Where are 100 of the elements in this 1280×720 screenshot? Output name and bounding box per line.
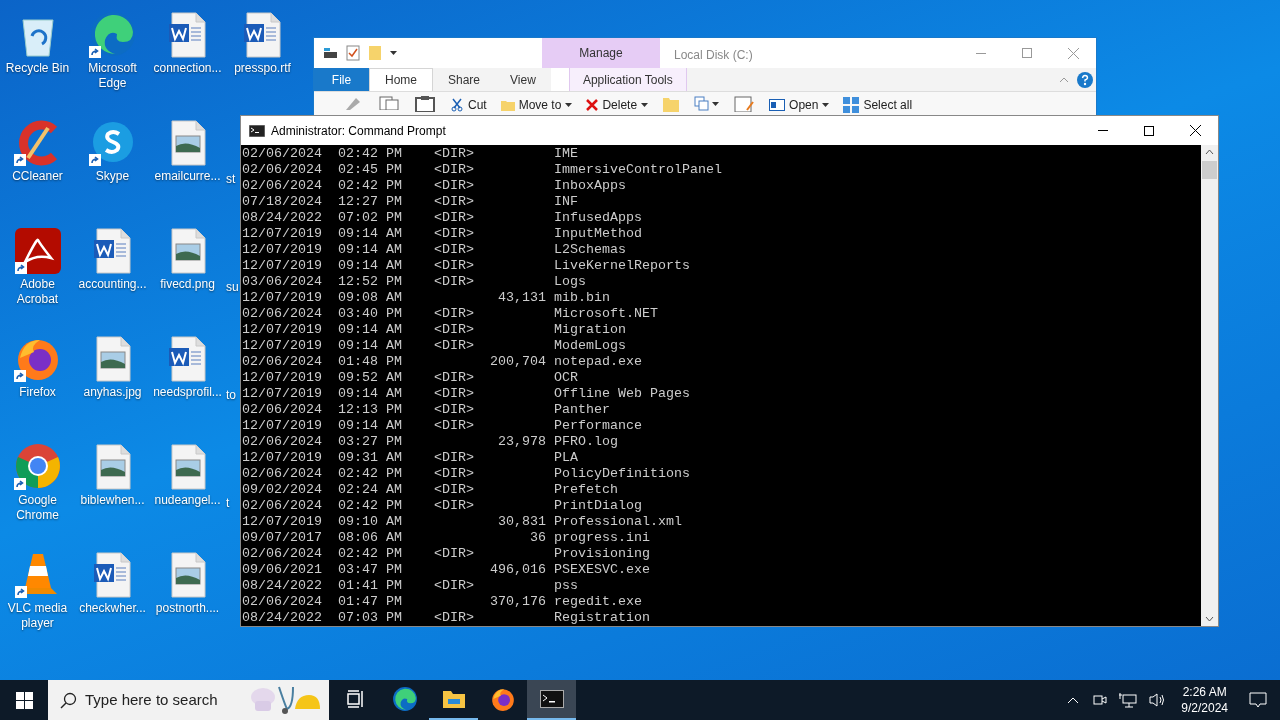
edge-icon [88,10,137,58]
console-line: 02/06/2024 03:40 PM <DIR> Microsoft.NET [242,306,659,322]
ribbon-tab[interactable]: View [495,68,551,91]
desktop-icon-label[interactable]: needsprofil... [150,385,225,400]
desktop-icon-label[interactable]: Microsoft Edge [75,61,150,91]
console-line: 02/06/2024 02:42 PM <DIR> InboxApps [242,178,627,194]
copy-icon [694,96,711,112]
delete-icon [586,99,599,111]
notifications-icon [1249,692,1267,708]
console-line: 12/07/2019 09:31 AM <DIR> PLA [242,450,579,466]
console-line: 02/06/2024 01:48 PM 200,704 notepad.exe [242,354,643,370]
desktop-icon-label[interactable]: emailcurre... [150,169,225,184]
word-document-icon [167,336,208,382]
ribbon-button[interactable]: Open [769,96,830,114]
properties-icon[interactable] [733,96,756,112]
console-line: 12/07/2019 09:14 AM <DIR> Performance [242,418,643,434]
caret-icon [390,51,397,55]
desktop-icon-label[interactable]: biblewhen... [75,493,150,508]
desktop-icon-label[interactable]: checkwher... [75,601,150,616]
console-line: 08/24/2022 01:41 PM <DIR> pss [242,578,579,594]
word-document-icon [92,228,133,274]
folder-icon [441,689,466,709]
desktop-icon-label[interactable]: to [226,388,236,402]
console-line: 02/06/2024 02:42 PM <DIR> PrintDialog [242,498,643,514]
desktop-icon-label[interactable]: presspo.rtf [225,61,300,76]
console-line: 12/07/2019 09:10 AM 30,831 Professional.xml [242,514,683,530]
properties-icon[interactable] [346,45,360,61]
search-highlight-drawing [249,685,321,715]
desktop-icon-label[interactable]: st [226,172,236,186]
search-box[interactable]: Type here to search [48,680,329,720]
chrome-icon [13,442,62,490]
firefox-icon [489,686,516,712]
minimize-icon [1098,130,1108,131]
console-line: 12/07/2019 09:52 AM <DIR> OCR [242,370,579,386]
contextual-tab-header: Manage [542,38,660,68]
acrobat-icon [14,228,61,274]
search-icon [60,691,77,709]
desktop-icon-label[interactable]: su [226,280,239,294]
console-icon [539,690,564,708]
ribbon-tab[interactable]: Application Tools [568,68,687,91]
console-line: 12/07/2019 09:08 AM 43,131 mib.bin [242,290,611,306]
camera-icon[interactable] [1093,692,1108,708]
ribbon-tab[interactable]: File [314,68,369,91]
console-line: 08/24/2022 07:02 PM <DIR> InfusedApps [242,210,643,226]
console-line: 02/06/2024 02:45 PM <DIR> ImmersiveControlPanel [242,162,723,178]
desktop-icon-label[interactable]: VLC media player [0,601,75,631]
ribbon-button[interactable]: Delete [586,96,649,114]
desktop-icon-label[interactable]: t [226,496,230,510]
desktop-icon-label[interactable]: fivecd.png [150,277,225,292]
minimize-icon [976,52,986,54]
ribbon-button[interactable]: Move to [500,96,573,114]
ribbon-tab[interactable]: Share [433,68,496,91]
taskbar-app-button[interactable] [527,680,576,720]
task-view-icon [345,690,366,708]
window-title: Administrator: Command Prompt [271,122,446,140]
desktop-icon-label[interactable]: Firefox [0,385,75,400]
desktop-icon-label[interactable]: postnorth.... [150,601,225,616]
clock[interactable]: 2:26 AM 9/2/2024 [1173,684,1236,716]
search-field[interactable]: Type here to search [85,688,241,712]
network-icon[interactable] [1119,692,1138,708]
window-icon [769,99,786,111]
console-line: 12/07/2019 09:14 AM <DIR> Offline Web Pages [242,386,691,402]
scroll-thumb [1202,161,1217,179]
close-icon [1189,125,1201,136]
console-line: 07/18/2024 12:27 PM <DIR> INF [242,194,579,210]
ribbon-button[interactable]: Select all [843,96,913,114]
scissors-icon [450,98,464,112]
console-line: 09/06/2021 03:47 PM 496,016 PSEXESVC.exe [242,562,651,578]
grid-icon [843,97,860,113]
console-line: 12/07/2019 09:14 AM <DIR> ModemLogs [242,338,627,354]
desktop-icon-label[interactable]: anyhas.jpg [75,385,150,400]
maximize-icon [1144,125,1154,136]
close-icon [1067,47,1079,59]
desktop-icon-label[interactable]: accounting... [75,277,150,292]
drive-icon[interactable] [322,46,338,60]
desktop-icon-label[interactable]: CCleaner [0,169,75,184]
desktop-icon-label[interactable]: Google Chrome [0,493,75,523]
console-line: 02/06/2024 01:47 PM 370,176 regedit.exe [242,594,643,610]
maximize-icon [1022,48,1032,58]
desktop-icon-label[interactable]: Recycle Bin [0,61,75,76]
console-line: 09/07/2017 08:06 AM 36 progress.ini [242,530,651,546]
console-line: 12/07/2019 09:14 AM <DIR> InputMethod [242,226,643,242]
scrollbar[interactable] [1201,145,1218,626]
window-title: Local Disk (C:) [674,47,753,64]
console-line: 12/07/2019 09:14 AM <DIR> Migration [242,322,627,338]
ribbon-tab[interactable]: Home [369,68,433,91]
desktop-icon-label[interactable]: connection... [150,61,225,76]
desktop-icon-label[interactable]: Adobe Acrobat [0,277,75,307]
copy-icon[interactable] [378,96,400,110]
clipboard-icon[interactable] [414,96,436,112]
console-line: 02/06/2024 02:42 PM <DIR> IME [242,146,579,162]
help-icon[interactable] [1077,71,1093,88]
desktop-icon-label[interactable]: Skype [75,169,150,184]
console-line: 09/02/2024 02:24 AM <DIR> Prefetch [242,482,619,498]
ribbon-button[interactable]: Cut [450,96,487,114]
folder-icon [500,99,515,111]
word-document-icon [242,12,283,58]
console-line: 12/07/2019 09:14 AM <DIR> L2Schemas [242,242,627,258]
desktop-icon-label[interactable]: nudeangel... [150,493,225,508]
console-line: 02/06/2024 12:13 PM <DIR> Panther [242,402,611,418]
